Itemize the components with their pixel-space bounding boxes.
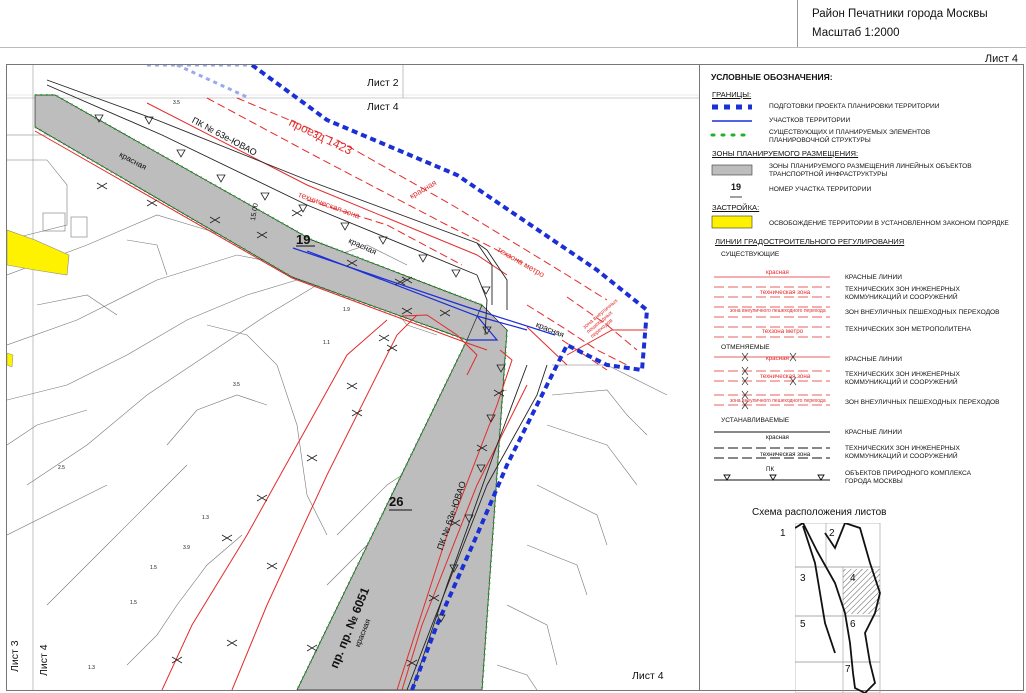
release-area[interactable] bbox=[7, 229, 70, 276]
height-mark: 2.5 bbox=[58, 465, 65, 471]
legend-ex-tech-2: КОММУНИКАЦИЙ И СООРУЖЕНИЙ bbox=[845, 294, 958, 301]
legend-es-nat-sample: ПК bbox=[766, 466, 775, 473]
legend-boundaries-header: ГРАНИЦЫ: bbox=[712, 90, 752, 99]
height-mark: 1.5 bbox=[130, 600, 137, 606]
legend-boundary-elements-2: ПЛАНИРОВОЧНОЙ СТРУКТУРЫ bbox=[769, 137, 871, 144]
scheme-cell-6[interactable]: 6 bbox=[850, 619, 856, 630]
scheme-cell-4[interactable]: 4 bbox=[850, 573, 856, 584]
legend-ca-tech-2: КОММУНИКАЦИЙ И СООРУЖЕНИЙ bbox=[845, 379, 958, 386]
legend-boundary-elements-1: СУЩЕСТВУЮЩИХ И ПЛАНИРУЕМЫХ ЭЛЕМЕНТОВ bbox=[769, 129, 931, 136]
legend-ex-tech-sample: техническая зона bbox=[760, 289, 811, 296]
legend-lines-header: ЛИНИИ ГРАДОСТРОИТЕЛЬНОГО РЕГУЛИРОВАНИЯ bbox=[715, 237, 905, 246]
sheet3-label-left: Лист 3 bbox=[9, 640, 21, 672]
legend-existing-header: СУЩЕСТВУЮЩИЕ bbox=[721, 251, 780, 258]
legend-boundary-planning: ПОДГОТОВКИ ПРОЕКТА ПЛАНИРОВКИ ТЕРРИТОРИИ bbox=[769, 103, 940, 110]
scheme-cell-3[interactable]: 3 bbox=[800, 573, 806, 584]
legend-ca-ped-sample: зона внеуличного пешеходного перехода bbox=[730, 398, 826, 404]
legend-es-red: КРАСНЫЕ ЛИНИИ bbox=[845, 429, 902, 436]
height-mark: 1.9 bbox=[343, 307, 350, 313]
adjacent-boundary bbox=[147, 65, 248, 99]
legend-es-tech-2: КОММУНИКАЦИЙ И СООРУЖЕНИЙ bbox=[845, 453, 958, 460]
legend-plot-number-sample: 19 bbox=[731, 182, 742, 192]
scheme-cell-2[interactable]: 2 bbox=[829, 528, 835, 539]
height-mark: 3.5 bbox=[173, 100, 180, 106]
scheme-cell-1[interactable]: 1 bbox=[780, 528, 786, 539]
legend-title: УСЛОВНЫЕ ОБОЗНАЧЕНИЯ: bbox=[711, 72, 833, 82]
sheet4-label-top: Лист 4 bbox=[367, 101, 399, 113]
scheme-cell-5[interactable]: 5 bbox=[800, 619, 806, 630]
release-area[interactable] bbox=[7, 352, 14, 368]
scheme-cell-7[interactable]: 7 bbox=[845, 664, 851, 675]
plot-number-19[interactable]: 19 bbox=[296, 232, 310, 247]
legend-cancelled-header: ОТМЕНЯЕМЫЕ bbox=[721, 344, 770, 351]
legend-es-tech-1: ТЕХНИЧЕСКИХ ЗОН ИНЖЕНЕРНЫХ bbox=[845, 445, 960, 452]
legend-ca-tech-sample: техническая зона bbox=[760, 373, 811, 380]
height-mark: 1.1 bbox=[323, 340, 330, 346]
map-canvas[interactable] bbox=[7, 65, 699, 690]
sheet-scheme[interactable] bbox=[795, 523, 885, 693]
legend-building-release: ОСВОБОЖДЕНИЕ ТЕРРИТОРИИ В УСТАНОВЛЕННОМ … bbox=[769, 220, 1009, 227]
legend-es-red-sample: красная bbox=[766, 434, 789, 441]
legend-zones-linear-1: ЗОНЫ ПЛАНИРУЕМОГО РАЗМЕЩЕНИЯ ЛИНЕЙНЫХ ОБ… bbox=[769, 163, 972, 170]
legend-ex-metro-sample: техзона метро bbox=[762, 328, 804, 335]
legend-es-nat-1: ОБЪЕКТОВ ПРИРОДНОГО КОМПЛЕКСА bbox=[845, 470, 972, 477]
legend-ex-metro: ТЕХНИЧЕСКИХ ЗОН МЕТРОПОЛИТЕНА bbox=[845, 326, 972, 333]
legend-building-header: ЗАСТРОЙКА: bbox=[712, 203, 760, 212]
sheet4-label-left: Лист 4 bbox=[38, 644, 50, 676]
legend-ca-ped: ЗОН ВНЕУЛИЧНЫХ ПЕШЕХОДНЫХ ПЕРЕХОДОВ bbox=[845, 399, 1000, 406]
plot-number-26[interactable]: 26 bbox=[389, 494, 403, 509]
height-mark: 3.5 bbox=[233, 382, 240, 388]
legend-es-nat-2: ГОРОДА МОСКВЫ bbox=[845, 478, 903, 485]
parcel-outlines bbox=[7, 134, 668, 690]
legend-zones-linear-2: ТРАНСПОРТНОЙ ИНФРАСТРУКТУРЫ bbox=[769, 171, 888, 178]
district-title: Район Печатники города Москвы bbox=[812, 8, 988, 20]
legend-ex-tech-1: ТЕХНИЧЕСКИХ ЗОН ИНЖЕНЕРНЫХ bbox=[845, 286, 960, 293]
scheme-title: Схема расположения листов bbox=[752, 507, 887, 518]
height-mark: 1.5 bbox=[150, 565, 157, 571]
legend-es-tech-sample: техническая зона bbox=[760, 451, 811, 458]
sheet4-label-bottom: Лист 4 bbox=[632, 670, 664, 682]
legend-ex-red-sample: красная bbox=[766, 269, 789, 276]
legend-established-header: УСТАНАВЛИВАЕМЫЕ bbox=[721, 417, 790, 424]
height-mark: 3.9 bbox=[183, 545, 190, 551]
legend-ex-ped: ЗОН ВНЕУЛИЧНЫХ ПЕШЕХОДНЫХ ПЕРЕХОДОВ bbox=[845, 309, 1000, 316]
scale-label: Масштаб 1:2000 bbox=[812, 27, 900, 39]
height-mark: 1.3 bbox=[88, 665, 95, 671]
legend-plot-number-text: НОМЕР УЧАСТКА ТЕРРИТОРИИ bbox=[769, 186, 872, 193]
title-block: Район Печатники города Москвы Масштаб 1:… bbox=[797, 0, 1024, 48]
legend-ex-red: КРАСНЫЕ ЛИНИИ bbox=[845, 274, 902, 281]
legend-ca-red-sample: красная bbox=[766, 355, 789, 362]
legend-ex-ped-sample: зона внеуличного пешеходного перехода bbox=[730, 308, 826, 314]
height-mark: 1.3 bbox=[202, 515, 209, 521]
legend-boundary-plots: УЧАСТКОВ ТЕРРИТОРИИ bbox=[769, 117, 851, 124]
legend-ca-tech-1: ТЕХНИЧЕСКИХ ЗОН ИНЖЕНЕРНЫХ bbox=[845, 371, 960, 378]
header-divider bbox=[0, 47, 1026, 48]
sheet2-label: Лист 2 bbox=[367, 77, 399, 89]
legend-zones-header: ЗОНЫ ПЛАНИРУЕМОГО РАЗМЕЩЕНИЯ: bbox=[712, 149, 859, 158]
legend-ca-red: КРАСНЫЕ ЛИНИИ bbox=[845, 356, 902, 363]
